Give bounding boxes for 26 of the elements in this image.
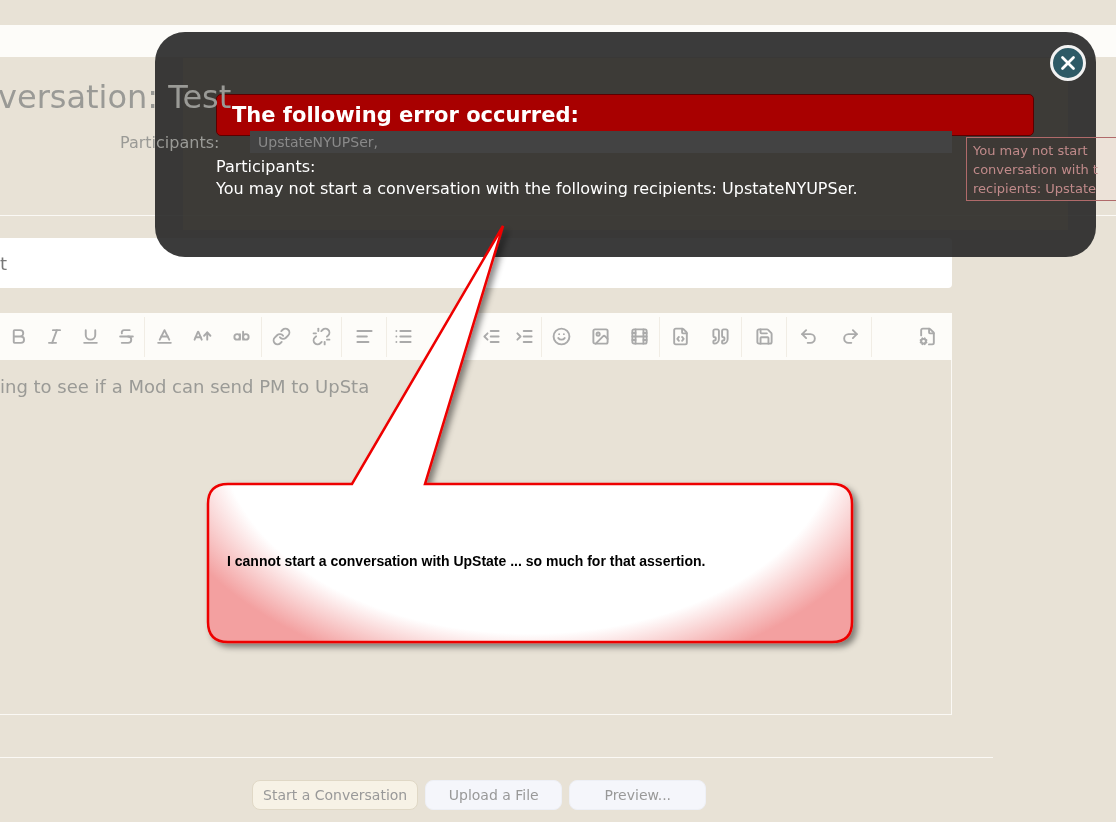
undo-icon[interactable] <box>798 327 818 346</box>
unlink-icon[interactable] <box>311 327 331 346</box>
strikethrough-icon[interactable] <box>116 327 136 346</box>
editor-text: ing to see if a Mod can send PM to UpSta <box>0 376 370 397</box>
smiley-icon[interactable] <box>552 327 571 346</box>
media-icon[interactable] <box>630 327 649 346</box>
quote-icon[interactable] <box>711 327 731 346</box>
save-icon[interactable] <box>754 327 774 346</box>
indent-icon[interactable] <box>514 327 534 346</box>
redo-icon[interactable] <box>840 327 860 346</box>
error-tooltip: You may not start conversation with t recipients: Upstate <box>966 137 1116 201</box>
action-button[interactable]: Upload a File <box>425 780 563 810</box>
text-color-icon[interactable] <box>154 327 174 346</box>
error-message: Participants: You may not start a conversation with the following recipients: UpstateNYUPSer. <box>216 156 858 200</box>
participants-field[interactable]: UpstateNYUPSer, <box>250 131 952 153</box>
code-icon[interactable] <box>670 327 690 346</box>
settings-icon[interactable] <box>917 327 937 346</box>
image-icon[interactable] <box>591 327 610 346</box>
align-left-icon[interactable] <box>354 327 374 346</box>
outdent-icon[interactable] <box>481 327 501 346</box>
link-icon[interactable] <box>272 327 292 346</box>
bullet-list-icon[interactable] <box>394 327 414 346</box>
submit-button[interactable]: Start a Conversation <box>252 780 419 810</box>
action-button[interactable]: Preview... <box>569 780 707 810</box>
annotation-text: I cannot start a conversation with UpState ... so much for that assertion. <box>227 553 706 569</box>
underline-icon[interactable] <box>80 327 100 346</box>
